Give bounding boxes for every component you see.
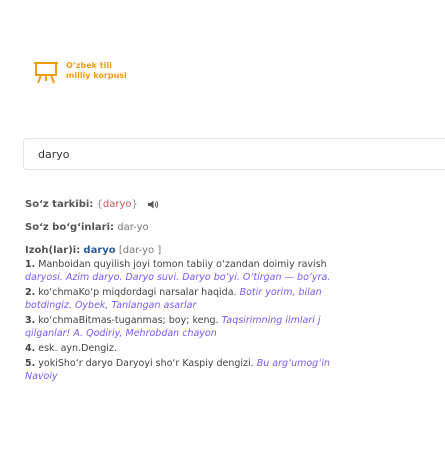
- brand-line-2: milliy korpusi: [66, 71, 127, 80]
- sense-definition: ko‘chmaKo‘p miqdordagi narsalar haqida.: [38, 287, 237, 298]
- sense-number: 1.: [25, 259, 36, 270]
- meanings-header: Izoh(lar)i: daryo [dar-yo ]: [25, 244, 445, 257]
- sense-number: 4.: [25, 343, 36, 354]
- sense-1: 1. Manboidan quyilish joyi tomon tabiiy …: [25, 258, 445, 271]
- sense-definition: esk. ayn.Dengiz.: [38, 343, 117, 354]
- headword: daryo: [83, 245, 116, 256]
- search-box[interactable]: [23, 138, 445, 170]
- headword-syllables: [dar-yo ]: [118, 245, 162, 256]
- sense-example: botdingiz. Oybek, Tanlangan asarlar: [25, 300, 197, 311]
- sense-3: 3. ko‘chmaBitmas-tuganmas; boy; keng. Ta…: [25, 314, 445, 327]
- brand-logo[interactable]: O‘zbek tili milliy korpusi: [33, 61, 127, 85]
- speaker-icon[interactable]: [148, 200, 159, 209]
- sense-definition: Manboidan quyilish joyi tomon tabiiy o‘z…: [38, 259, 327, 270]
- sense-number: 3.: [25, 315, 36, 326]
- sense-1-example: daryosi. Azim daryo. Daryo suvi. Daryo b…: [25, 271, 445, 284]
- word-structure-row: So‘z tarkibi: {daryo}: [25, 198, 445, 211]
- sense-2: 2. ko‘chmaKo‘p miqdordagi narsalar haqid…: [25, 286, 445, 299]
- brand-line-1: O‘zbek tili: [66, 61, 112, 70]
- sense-example: qilganlar! A. Qodiriy, Mehrobdan chayon: [25, 328, 217, 339]
- sense-number: 5.: [25, 358, 36, 369]
- brand-name: O‘zbek tili milliy korpusi: [66, 61, 127, 81]
- structure-label: So‘z tarkibi:: [25, 199, 94, 210]
- sense-2-example: botdingiz. Oybek, Tanlangan asarlar: [25, 299, 445, 312]
- sense-5-example: Navoiy: [25, 370, 445, 383]
- sense-example: Navoiy: [25, 371, 58, 382]
- sense-4: 4. esk. ayn.Dengiz.: [25, 342, 445, 355]
- sense-example-inline: Bu arg‘umog‘in: [256, 358, 330, 369]
- search-input[interactable]: [38, 147, 445, 161]
- syllables-value: dar-yo: [117, 222, 149, 233]
- sense-example-inline: Taqsirimning ilmlari j: [221, 315, 321, 326]
- board-icon: [34, 62, 58, 84]
- structure-value: daryo: [102, 199, 132, 210]
- sense-example-inline: Botir yorim, bilan: [239, 287, 322, 298]
- sense-3-example: qilganlar! A. Qodiriy, Mehrobdan chayon: [25, 327, 445, 340]
- syllables-label: So‘z bo‘g‘inlari:: [25, 222, 115, 233]
- sense-number: 2.: [25, 287, 36, 298]
- sense-5: 5. yokiSho‘r daryo Daryoyi sho‘r Kaspiy …: [25, 357, 445, 370]
- structure-close-brace: }: [131, 199, 138, 210]
- sense-definition: yokiSho‘r daryo Daryoyi sho‘r Kaspiy den…: [38, 358, 254, 369]
- meanings-label: Izoh(lar)i:: [25, 245, 81, 256]
- syllables-row: So‘z bo‘g‘inlari: dar-yo: [25, 221, 445, 234]
- entry-content: So‘z tarkibi: {daryo} So‘z bo‘g‘inlari: …: [25, 198, 445, 383]
- sense-definition: ko‘chmaBitmas-tuganmas; boy; keng.: [38, 315, 219, 326]
- sense-example: daryosi. Azim daryo. Daryo suvi. Daryo b…: [25, 272, 331, 283]
